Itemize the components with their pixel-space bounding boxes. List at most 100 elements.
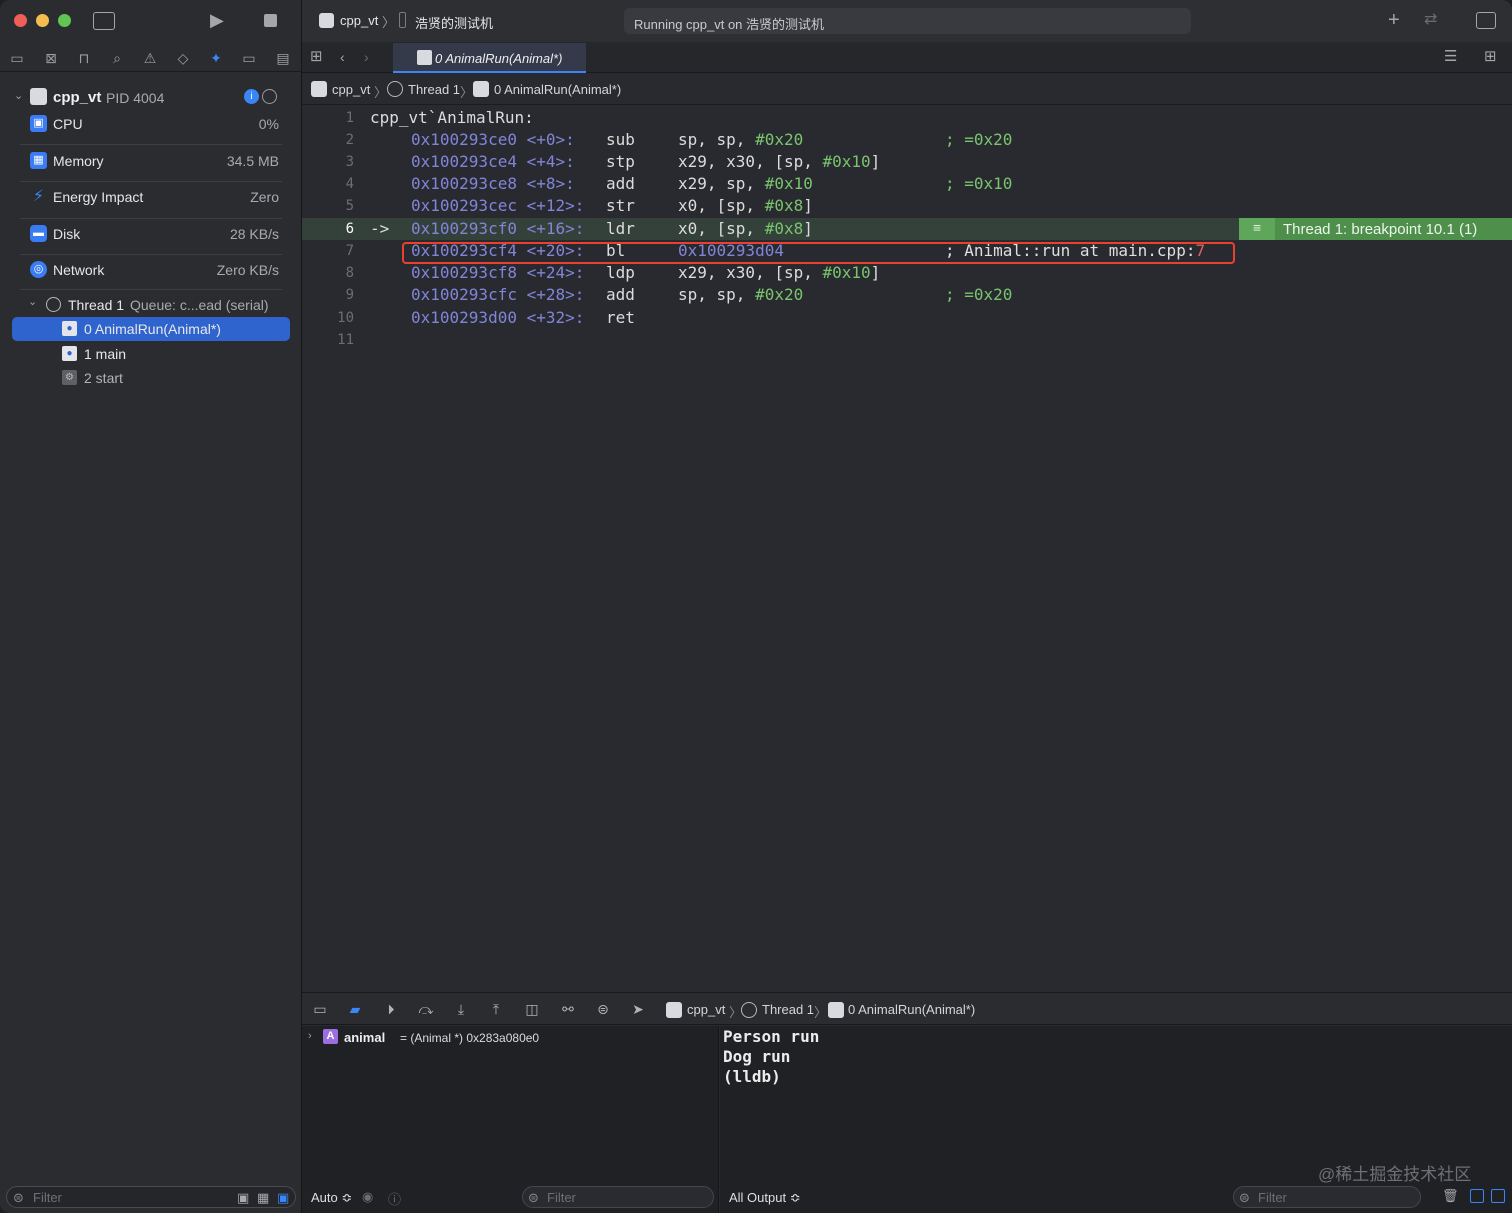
navigator-pane: ▶ ▭ ⊠ ⊓ ⌕ ⚠ ◇ ✦ ▭ ▤ ⌄ cpp_vt PID 4004 i … [0, 0, 302, 1213]
mnemonic: ret [606, 308, 635, 327]
related-items-icon[interactable]: ⊞ [310, 48, 323, 66]
report-navigator-icon[interactable]: ▤ [272, 48, 294, 68]
scheme-selector[interactable]: cpp_vt [340, 13, 378, 28]
gauge-value: Zero [250, 189, 279, 205]
symbol-navigator-icon[interactable]: ⊓ [73, 48, 95, 68]
minimize-window-button[interactable] [36, 14, 49, 27]
debug-navigator-icon[interactable]: ✦ [205, 48, 227, 68]
process-pid: PID 4004 [106, 90, 165, 106]
tab-bar: ⊞ ‹ › 0 AnimalRun(Animal*) ☰ ⊞ [302, 42, 1512, 73]
operands-tail: ] [870, 152, 881, 171]
step-out-icon[interactable]: ⤒ [486, 1000, 506, 1018]
info-icon[interactable]: ⓘ [388, 1189, 401, 1208]
forward-icon[interactable]: › [364, 48, 369, 66]
divider [20, 254, 282, 255]
filter-placeholder: Filter [1258, 1190, 1287, 1205]
gauge-memory[interactable]: ▦ Memory 34.5 MB [20, 147, 282, 175]
gauge-value: 28 KB/s [229, 226, 279, 242]
show-console-icon[interactable] [1491, 1189, 1505, 1203]
variable-scope-selector[interactable]: Auto ≎ [311, 1190, 352, 1206]
chevron-right-icon: 〉 [460, 85, 474, 100]
frame-row-2[interactable]: ⚙ 2 start [12, 366, 290, 390]
toggle-inspector-icon[interactable] [1476, 12, 1496, 29]
debug-breadcrumb-process[interactable]: cpp_vt [687, 1002, 725, 1017]
gauge-label: Memory [53, 153, 104, 169]
breadcrumb-frame[interactable]: 0 AnimalRun(Animal*) [494, 82, 621, 97]
tab-label: 0 AnimalRun(Animal*) [435, 51, 563, 66]
process-name: cpp_vt [53, 89, 102, 106]
trash-icon[interactable]: 🗑 [1442, 1188, 1459, 1204]
code-line: 11 [302, 329, 1512, 351]
thread-view-icon[interactable] [262, 89, 277, 104]
window-titlebar: ▶ [0, 0, 302, 42]
thread-filter-icon[interactable]: ▦ [257, 1190, 269, 1206]
find-navigator-icon[interactable]: ⌕ [106, 48, 128, 68]
toggle-navigator-icon[interactable] [93, 12, 115, 30]
line-number: 1 [345, 110, 354, 126]
process-filter-icon[interactable]: ▣ [237, 1190, 249, 1206]
eye-icon[interactable]: ◉ [362, 1189, 373, 1205]
code-line: 4 0x100293ce8 <+8>: add x29, sp, #0x10 ;… [302, 173, 1512, 195]
hide-debug-area-icon[interactable]: ▭ [310, 1000, 330, 1018]
console-filter-field[interactable]: ⊜ Filter [1233, 1186, 1421, 1208]
window-toolbar: cpp_vt 〉 浩贤的测试机 Running cpp_vt on 浩贤的测试机… [302, 0, 1512, 42]
line-number: 3 [345, 154, 354, 170]
close-window-button[interactable] [14, 14, 27, 27]
breakpoint-navigator-icon[interactable]: ▭ [238, 48, 260, 68]
memory-graph-icon[interactable]: ⚯ [558, 1000, 578, 1018]
environment-overrides-icon[interactable]: ⊜ [593, 1000, 613, 1018]
gauge-network[interactable]: ◎ Network Zero KB/s [20, 256, 282, 284]
breadcrumb-thread[interactable]: Thread 1 [408, 82, 460, 97]
instruction-offset: <+12>: [526, 196, 585, 215]
zoom-window-button[interactable] [58, 14, 71, 27]
run-button[interactable]: ▶ [210, 11, 224, 29]
variable-row[interactable]: › A animal = (Animal *) 0x283a080e0 [308, 1028, 708, 1048]
issue-navigator-icon[interactable]: ⚠ [139, 48, 161, 68]
variables-filter-field[interactable]: ⊜ Filter [522, 1186, 714, 1208]
frame-row-1[interactable]: ● 1 main [12, 342, 290, 366]
breadcrumb-process[interactable]: cpp_vt [332, 82, 370, 97]
show-variables-icon[interactable] [1470, 1189, 1484, 1203]
device-icon [399, 12, 406, 28]
frame-row-0[interactable]: ● 0 AnimalRun(Animal*) [12, 317, 290, 341]
tab-animalrun[interactable]: 0 AnimalRun(Animal*) [393, 43, 586, 73]
view-hierarchy-icon[interactable]: ◫ [522, 1000, 542, 1018]
test-navigator-icon[interactable]: ◇ [172, 48, 194, 68]
user-frames-filter-icon[interactable]: ▣ [277, 1190, 289, 1206]
add-editor-icon[interactable]: ⊞ [1484, 48, 1497, 66]
step-into-icon[interactable]: ⤓ [451, 1000, 471, 1018]
device-selector[interactable]: 浩贤的测试机 [415, 13, 493, 32]
simulate-location-icon[interactable]: ➤ [628, 1000, 648, 1018]
debug-breadcrumb-thread[interactable]: Thread 1 [762, 1002, 814, 1017]
disclosure-down-icon[interactable]: ⌄ [14, 89, 23, 102]
plus-icon[interactable]: + [1388, 10, 1400, 30]
editor-options-icon[interactable]: ☰ [1444, 48, 1457, 66]
source-control-icon[interactable]: ⊠ [40, 48, 62, 68]
stop-button[interactable] [264, 14, 277, 27]
gauge-energy[interactable]: ⚡ Energy Impact Zero [20, 183, 282, 211]
breakpoints-toggle-icon[interactable]: ▰ [345, 1000, 365, 1018]
gauge-disk[interactable]: ▬ Disk 28 KB/s [20, 220, 282, 248]
operands-tail: ] [803, 219, 813, 238]
comment: ; =0x10 [945, 174, 1013, 193]
disassembly-editor[interactable]: 1 cpp_vt`AnimalRun: 2 0x100293ce0 <+0>: … [302, 106, 1512, 992]
back-icon[interactable]: ‹ [340, 48, 345, 66]
disclosure-right-icon[interactable]: › [308, 1030, 312, 1042]
continue-icon[interactable]: ⏵ [381, 1000, 401, 1018]
line-number: 10 [337, 310, 354, 326]
code-review-icon[interactable]: ⇄ [1424, 11, 1437, 29]
thread-icon [387, 81, 403, 97]
disclosure-down-icon[interactable]: ⌄ [28, 295, 37, 308]
gauge-cpu[interactable]: ▣ CPU 0% [20, 110, 282, 138]
thread-row[interactable]: ⌄ Thread 1 Queue: c...ead (serial) [28, 295, 288, 315]
debug-breadcrumb-frame[interactable]: 0 AnimalRun(Animal*) [848, 1002, 975, 1017]
step-over-icon[interactable]: ⤼ [416, 1000, 436, 1018]
project-navigator-icon[interactable]: ▭ [6, 48, 28, 68]
immediate: #0x20 [755, 285, 804, 304]
breakpoint-annotation[interactable]: ≡ Thread 1: breakpoint 10.1 (1) [1239, 218, 1512, 240]
output-selector[interactable]: All Output ≎ [729, 1190, 801, 1206]
line-number: 9 [345, 287, 354, 303]
navigator-filter-field[interactable]: ⊜ Filter ▣ ▦ ▣ [6, 1186, 296, 1208]
process-row[interactable]: ⌄ cpp_vt PID 4004 i [14, 88, 294, 108]
info-icon[interactable]: i [244, 89, 259, 104]
